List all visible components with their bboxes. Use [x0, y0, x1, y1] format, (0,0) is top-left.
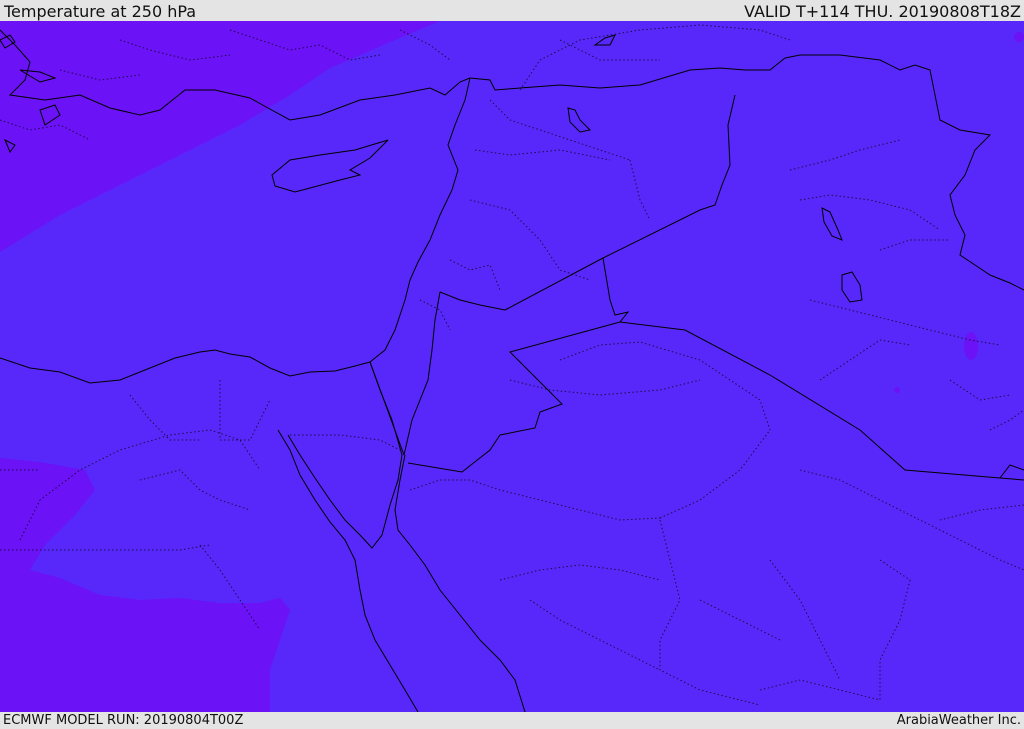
header-bar: Temperature at 250 hPa VALID T+114 THU. … [0, 0, 1024, 21]
temperature-cold-spot [894, 387, 900, 393]
footer-bar: ECMWF MODEL RUN: 20190804T00Z ArabiaWeat… [0, 712, 1024, 729]
map-svg [0, 21, 1024, 712]
valid-time-label: VALID T+114 THU. 20190808T18Z [744, 2, 1021, 21]
credit-label: ArabiaWeather Inc. [896, 713, 1021, 728]
temperature-map[interactable] [0, 21, 1024, 712]
map-title: Temperature at 250 hPa [4, 2, 197, 21]
temperature-cold-spot [1014, 32, 1024, 42]
model-run-label: ECMWF MODEL RUN: 20190804T00Z [3, 713, 244, 728]
temperature-cold-spot [964, 332, 978, 360]
